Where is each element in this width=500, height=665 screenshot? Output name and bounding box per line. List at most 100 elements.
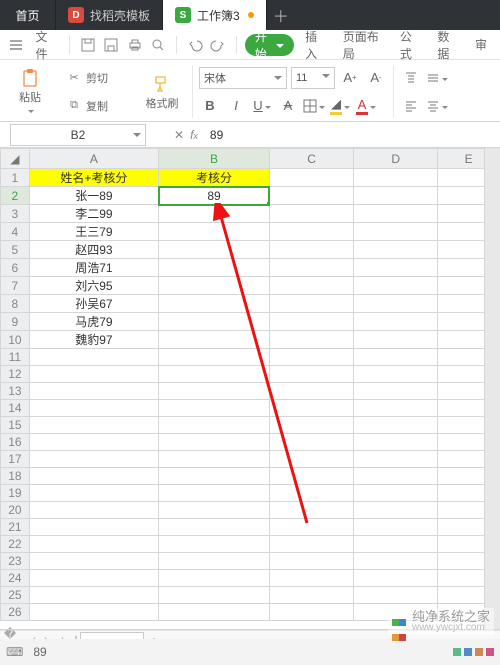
border-button[interactable] bbox=[303, 95, 325, 117]
align-middle-v-button[interactable] bbox=[426, 67, 448, 89]
menu-home[interactable]: 开始 bbox=[245, 34, 294, 56]
cell[interactable] bbox=[354, 553, 438, 570]
cell[interactable] bbox=[159, 434, 270, 451]
align-center-button[interactable] bbox=[426, 95, 448, 117]
increase-font-button[interactable]: A+ bbox=[339, 67, 361, 89]
cut-button[interactable]: ✂剪切 bbox=[62, 67, 112, 89]
cell[interactable] bbox=[269, 570, 353, 587]
row-header[interactable]: 24 bbox=[1, 570, 30, 587]
cell[interactable] bbox=[29, 366, 158, 383]
row-header[interactable]: 23 bbox=[1, 553, 30, 570]
cell[interactable] bbox=[29, 553, 158, 570]
cell[interactable] bbox=[29, 485, 158, 502]
menu-insert[interactable]: 插入 bbox=[298, 28, 332, 62]
row-header[interactable]: 21 bbox=[1, 519, 30, 536]
cell[interactable] bbox=[269, 553, 353, 570]
cell[interactable]: 赵四93 bbox=[29, 241, 158, 259]
cell[interactable] bbox=[269, 241, 353, 259]
row-header[interactable]: 7 bbox=[1, 277, 30, 295]
cell[interactable] bbox=[354, 169, 438, 187]
col-header-b[interactable]: B bbox=[159, 149, 270, 169]
align-top-button[interactable] bbox=[400, 67, 422, 89]
row-header[interactable]: 25 bbox=[1, 587, 30, 604]
col-header-d[interactable]: D bbox=[354, 149, 438, 169]
cell[interactable] bbox=[29, 400, 158, 417]
row-header[interactable]: 22 bbox=[1, 536, 30, 553]
cell[interactable]: 孙吴67 bbox=[29, 295, 158, 313]
cell[interactable] bbox=[269, 536, 353, 553]
cell[interactable] bbox=[29, 451, 158, 468]
fill-color-button[interactable]: ◢ bbox=[329, 95, 351, 117]
menu-page-layout[interactable]: 页面布局 bbox=[336, 28, 389, 62]
cell[interactable] bbox=[354, 223, 438, 241]
font-select[interactable]: 宋体 bbox=[199, 67, 287, 89]
row-header[interactable]: 20 bbox=[1, 502, 30, 519]
strike-button[interactable]: A bbox=[277, 95, 299, 117]
col-header-a[interactable]: A bbox=[29, 149, 158, 169]
cell[interactable] bbox=[354, 205, 438, 223]
vertical-scrollbar[interactable] bbox=[484, 148, 500, 629]
cell[interactable] bbox=[269, 205, 353, 223]
cell[interactable] bbox=[159, 277, 270, 295]
cell[interactable] bbox=[159, 331, 270, 349]
cell[interactable] bbox=[159, 536, 270, 553]
status-view-controls[interactable] bbox=[453, 648, 494, 656]
cell[interactable] bbox=[159, 259, 270, 277]
cell[interactable] bbox=[269, 434, 353, 451]
row-header[interactable]: 5 bbox=[1, 241, 30, 259]
cell[interactable] bbox=[269, 331, 353, 349]
cell[interactable] bbox=[269, 519, 353, 536]
cell[interactable] bbox=[159, 349, 270, 366]
cell[interactable] bbox=[269, 366, 353, 383]
cell[interactable] bbox=[29, 604, 158, 621]
row-header[interactable]: 9 bbox=[1, 313, 30, 331]
tab-docer[interactable]: D 找稻壳模板 bbox=[56, 0, 163, 30]
cell[interactable] bbox=[354, 349, 438, 366]
cell[interactable]: 魏豹97 bbox=[29, 331, 158, 349]
cell[interactable] bbox=[269, 277, 353, 295]
app-menu-button[interactable] bbox=[6, 33, 26, 57]
cell[interactable] bbox=[159, 417, 270, 434]
cell[interactable] bbox=[354, 434, 438, 451]
cell[interactable] bbox=[354, 187, 438, 205]
undo-button[interactable] bbox=[185, 33, 205, 57]
cell[interactable]: 张一89 bbox=[29, 187, 158, 205]
cell[interactable] bbox=[354, 485, 438, 502]
cell[interactable] bbox=[269, 485, 353, 502]
cell[interactable] bbox=[269, 587, 353, 604]
row-header[interactable]: 18 bbox=[1, 468, 30, 485]
cell[interactable] bbox=[29, 417, 158, 434]
cell[interactable] bbox=[159, 502, 270, 519]
cell[interactable] bbox=[29, 502, 158, 519]
file-menu[interactable]: 文件 bbox=[30, 28, 62, 62]
cell[interactable] bbox=[269, 400, 353, 417]
cell[interactable]: 李二99 bbox=[29, 205, 158, 223]
cell[interactable] bbox=[354, 536, 438, 553]
cell[interactable] bbox=[159, 587, 270, 604]
tab-workbook[interactable]: S 工作簿3 bbox=[163, 0, 267, 30]
cell[interactable] bbox=[354, 277, 438, 295]
redo-button[interactable] bbox=[208, 33, 228, 57]
cell[interactable]: 姓名+考核分 bbox=[29, 169, 158, 187]
cell[interactable] bbox=[159, 313, 270, 331]
cell[interactable]: 刘六95 bbox=[29, 277, 158, 295]
underline-button[interactable]: U bbox=[251, 95, 273, 117]
menu-formula[interactable]: 公式 bbox=[393, 28, 427, 62]
row-header[interactable]: 16 bbox=[1, 434, 30, 451]
align-left-button[interactable] bbox=[400, 95, 422, 117]
row-header[interactable]: 6 bbox=[1, 259, 30, 277]
cell[interactable] bbox=[159, 205, 270, 223]
cell[interactable] bbox=[269, 451, 353, 468]
cell[interactable] bbox=[354, 468, 438, 485]
cell[interactable]: 周浩71 bbox=[29, 259, 158, 277]
cell[interactable] bbox=[159, 241, 270, 259]
cell[interactable] bbox=[354, 417, 438, 434]
paste-button[interactable]: 粘贴 bbox=[6, 64, 54, 120]
row-header[interactable]: 1 bbox=[1, 169, 30, 187]
cell[interactable] bbox=[354, 366, 438, 383]
format-painter-button[interactable]: 格式刷 bbox=[138, 64, 186, 120]
cell[interactable] bbox=[269, 349, 353, 366]
cell[interactable] bbox=[354, 331, 438, 349]
cell[interactable] bbox=[29, 434, 158, 451]
row-header[interactable]: 13 bbox=[1, 383, 30, 400]
